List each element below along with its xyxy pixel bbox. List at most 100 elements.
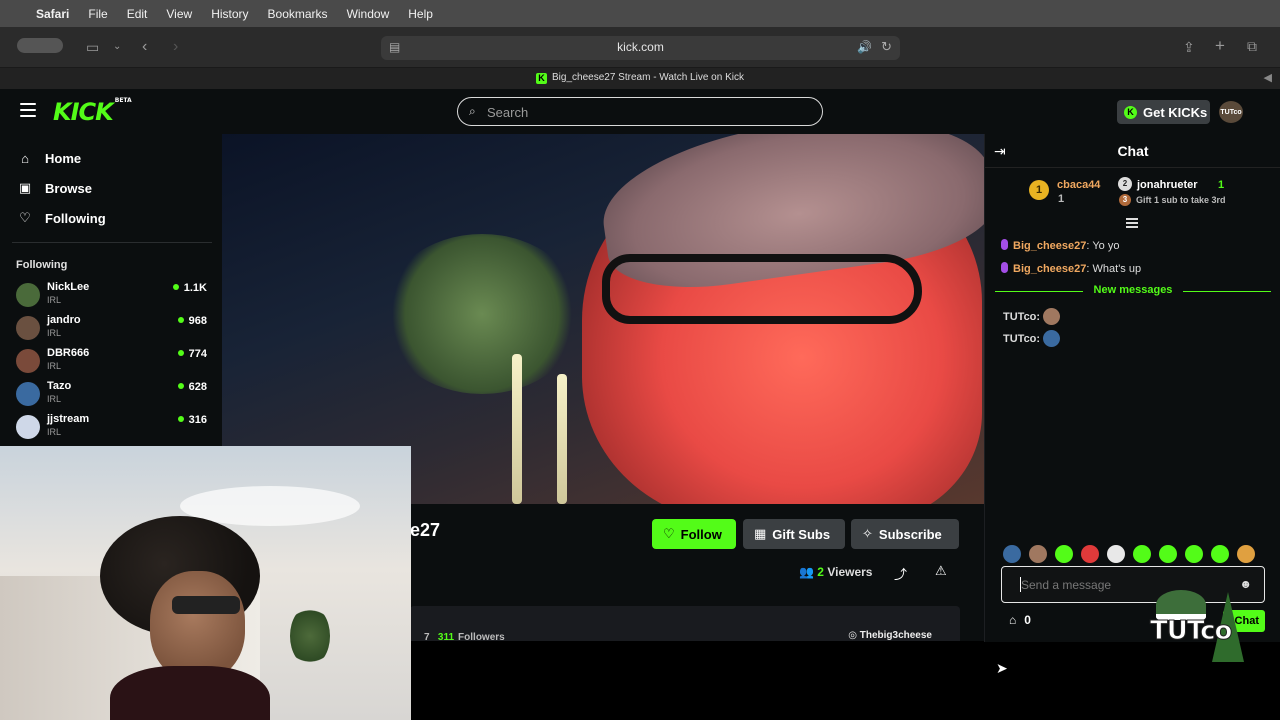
channel-avatar xyxy=(16,316,40,340)
viewers-icon: 👥 xyxy=(799,565,814,579)
tab-audio-icon[interactable]: ◀︎ xyxy=(1264,71,1272,84)
emote-icon[interactable] xyxy=(1133,545,1151,563)
emoji-picker-icon[interactable]: ☻ xyxy=(1239,577,1252,591)
tab-overview-icon[interactable]: ⧉ xyxy=(1247,36,1257,56)
instagram-icon: ◎ xyxy=(848,630,857,641)
rank-2-badge: 2 xyxy=(1118,177,1132,191)
following-section-title: Following xyxy=(16,259,68,271)
get-kicks-button[interactable]: K Get KICKs xyxy=(1117,100,1210,124)
tab-group-icon[interactable] xyxy=(17,38,63,53)
palm-tree-image xyxy=(382,234,582,394)
avatar-head xyxy=(150,571,245,681)
emote-icon[interactable] xyxy=(1185,545,1203,563)
subscribe-button[interactable]: ✧ Subscribe xyxy=(851,519,959,549)
streamer-name[interactable]: e27 xyxy=(410,520,440,541)
following-channel-nicklee[interactable]: NickLee IRL 1.1K xyxy=(16,281,212,311)
back-icon[interactable]: ‹ xyxy=(142,37,147,57)
chevron-down-icon[interactable]: ⌄ xyxy=(113,37,121,57)
url-text: kick.com xyxy=(617,40,664,54)
leaderboard-user-1[interactable]: cbaca44 xyxy=(1057,179,1100,191)
following-channel-jjstream[interactable]: jjstream IRL 316 xyxy=(16,413,212,443)
channel-avatar xyxy=(16,415,40,439)
emote-icon[interactable] xyxy=(1055,545,1073,563)
speaker-icon[interactable]: 🔊 xyxy=(857,40,872,54)
chat-header: ⇥ Chat xyxy=(985,134,1280,168)
following-channel-dbr666[interactable]: DBR666 IRL 774 xyxy=(16,347,212,377)
heart-icon: ♡ xyxy=(19,210,31,225)
menu-help[interactable]: Help xyxy=(408,7,433,21)
report-icon[interactable]: ⚠ xyxy=(935,563,947,579)
channel-points[interactable]: ⌂ 0 xyxy=(1009,613,1031,627)
tutco-emote-icon xyxy=(1043,330,1061,347)
kick-favicon-icon: K xyxy=(536,73,548,84)
get-kicks-label: Get KICKs xyxy=(1143,104,1208,120)
tutco-logo: TUTco xyxy=(1149,590,1246,674)
channel-avatar xyxy=(16,382,40,406)
menu-bookmarks[interactable]: Bookmarks xyxy=(268,7,328,21)
leaderboard-user-2[interactable]: jonahrueter xyxy=(1137,179,1198,191)
menu-window[interactable]: Window xyxy=(347,7,390,21)
kick-logo[interactable]: KICK BETA xyxy=(53,97,132,126)
left-sidebar: ⌂ Home ▣ Browse ♡ Following Following NickL… xyxy=(0,134,222,454)
browse-icon: ▣ xyxy=(18,180,32,195)
emote-icon[interactable] xyxy=(1211,545,1229,563)
live-viewer-count: 628 xyxy=(178,381,207,393)
chat-panel: ⇥ Chat 1 cbaca44 1 2 jonahrueter 1 3 Gif… xyxy=(984,134,1280,642)
leaderboard-count-2: 1 xyxy=(1218,179,1225,191)
menu-icon[interactable] xyxy=(20,103,36,117)
menu-edit[interactable]: Edit xyxy=(127,7,148,21)
menu-safari[interactable]: Safari xyxy=(36,7,69,21)
home-icon: ⌂ xyxy=(21,150,29,166)
nav-home[interactable]: ⌂ Home xyxy=(16,148,81,168)
emote-icon[interactable] xyxy=(1003,545,1021,563)
new-tab-icon[interactable]: + xyxy=(1215,36,1225,56)
emote-icon[interactable] xyxy=(1081,545,1099,563)
active-tab[interactable]: K Big_cheese27 Stream - Watch Live on Kic… xyxy=(0,72,1280,84)
sidebar-divider xyxy=(12,242,212,243)
nav-browse[interactable]: ▣ Browse xyxy=(16,178,92,198)
emote-icon[interactable] xyxy=(1159,545,1177,563)
chat-message: TUTco: xyxy=(1003,308,1061,325)
viewer-count: 👥 2 Viewers xyxy=(799,565,873,579)
emote-icon xyxy=(1043,308,1061,325)
instagram-link[interactable]: ◎ Thebig3cheese xyxy=(848,630,932,641)
leaderboard-third-hint: Gift 1 sub to take 3rd xyxy=(1136,195,1226,205)
gift-icon: ▦ xyxy=(754,526,767,541)
chat-message: Big_cheese27: Yo yo xyxy=(1001,239,1119,252)
sidebar-toggle-icon[interactable]: ▭ xyxy=(86,37,99,57)
live-viewer-count: 1.1K xyxy=(173,282,207,294)
browser-toolbar: ▭ ⌄ ‹ › ▤ kick.com 🔊 ↻ ⇪ + ⧉ xyxy=(0,27,1280,68)
search-placeholder: Search xyxy=(487,105,529,120)
kick-header: KICK BETA ⌕ Search K Get KICKs TUTco xyxy=(0,89,1280,134)
share-icon[interactable]: ⇪ xyxy=(1183,37,1195,57)
follow-button[interactable]: ♡ Follow xyxy=(652,519,736,549)
streamer-glasses-image xyxy=(602,254,922,324)
following-channel-jandro[interactable]: jandro IRL 968 xyxy=(16,314,212,344)
menu-history[interactable]: History xyxy=(211,7,248,21)
pinned-toggle-icon[interactable] xyxy=(1126,218,1138,230)
emote-icon[interactable] xyxy=(1107,545,1125,563)
reload-icon[interactable]: ↻ xyxy=(881,39,892,55)
tab-bar: K Big_cheese27 Stream - Watch Live on Kic… xyxy=(0,68,1280,89)
emote-icon[interactable] xyxy=(1029,545,1047,563)
share-icon[interactable]: ⤴ xyxy=(894,564,907,583)
menu-view[interactable]: View xyxy=(166,7,192,21)
live-viewer-count: 316 xyxy=(178,414,207,426)
forward-icon[interactable]: › xyxy=(173,37,178,57)
emote-icon[interactable] xyxy=(1237,545,1255,563)
mouse-cursor-icon: ➤ xyxy=(996,660,1008,676)
search-icon: ⌕ xyxy=(469,104,476,118)
search-input[interactable]: ⌕ Search xyxy=(457,97,823,126)
following-channel-tazo[interactable]: Tazo IRL 628 xyxy=(16,380,212,410)
leaderboard-count-1: 1 xyxy=(1058,193,1065,205)
menu-file[interactable]: File xyxy=(88,7,107,21)
chat-message: Big_cheese27: What's up xyxy=(1001,262,1141,275)
address-bar[interactable]: ▤ kick.com 🔊 ↻ xyxy=(381,36,900,60)
nav-following[interactable]: ♡ Following xyxy=(16,208,105,228)
user-avatar[interactable]: TUTco xyxy=(1219,101,1243,123)
potted-plant-image xyxy=(290,606,330,666)
gift-subs-button[interactable]: ▦ Gift Subs xyxy=(743,519,845,549)
new-messages-divider[interactable]: New messages xyxy=(995,284,1271,298)
mic-badge-icon xyxy=(1001,239,1008,250)
heart-icon: ♡ xyxy=(663,526,675,541)
